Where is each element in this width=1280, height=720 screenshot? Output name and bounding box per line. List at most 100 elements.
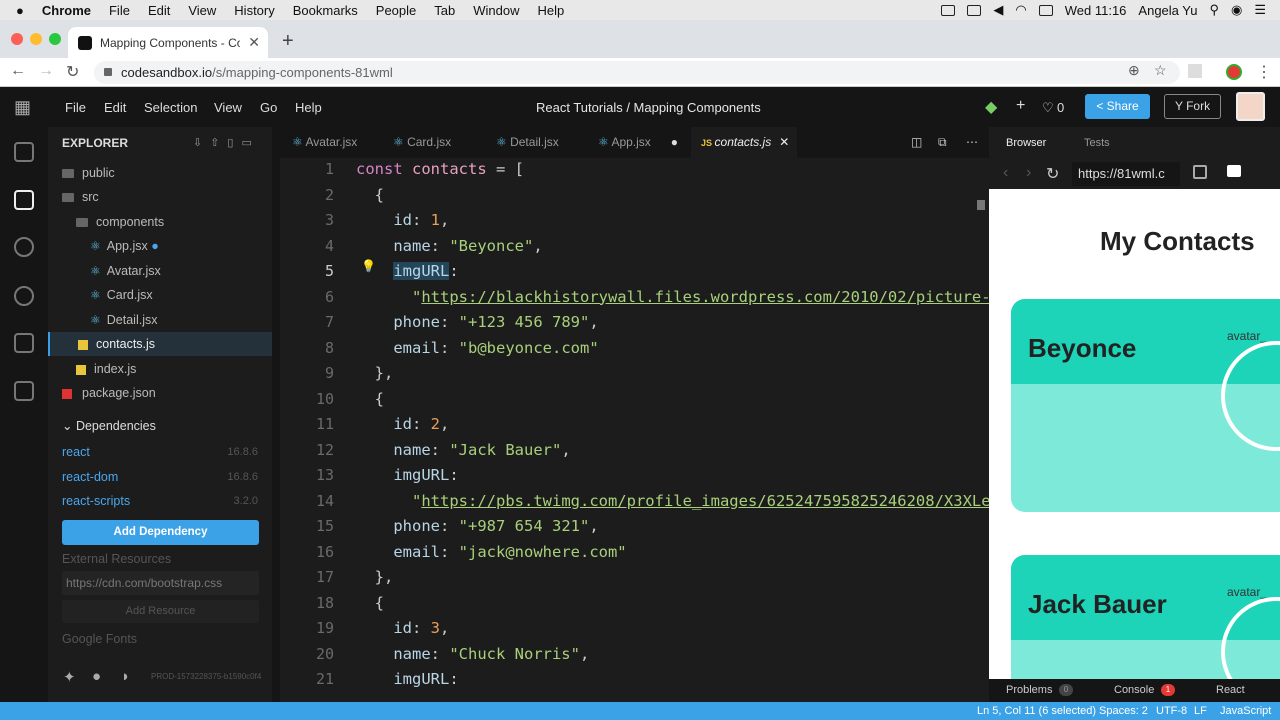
csb-menu-file[interactable]: File	[65, 100, 86, 115]
sandbox-info-icon[interactable]	[14, 142, 34, 162]
editor-tab-contacts[interactable]: JS contacts.js ✕	[691, 127, 797, 158]
problems-tab[interactable]: Problems	[1006, 684, 1052, 696]
dependency-version[interactable]: 3.2.0	[234, 495, 258, 507]
code-line[interactable]: "https://blackhistorywall.files.wordpres…	[356, 288, 989, 306]
code-line[interactable]: id: 1,	[356, 211, 449, 229]
open-preview-icon[interactable]: ⧉	[938, 127, 947, 158]
battery-icon[interactable]	[1038, 4, 1053, 16]
language-mode[interactable]: JavaScript	[1220, 705, 1271, 717]
close-window-button[interactable]	[11, 33, 23, 45]
settings-gear-icon[interactable]	[14, 237, 34, 257]
code-line[interactable]: {	[356, 390, 384, 408]
tree-folder-public[interactable]: public	[48, 161, 272, 185]
user-name[interactable]: Angela Yu	[1138, 3, 1197, 18]
dependency-react-dom[interactable]: react-dom	[62, 470, 118, 484]
screen-record-icon[interactable]	[941, 4, 956, 16]
reload-icon[interactable]: ↻	[66, 62, 79, 82]
zoom-window-button[interactable]	[49, 33, 61, 45]
split-editor-icon[interactable]: ◫	[911, 127, 922, 158]
code-line[interactable]: },	[356, 364, 394, 382]
code-line[interactable]: name: "Beyonce",	[356, 237, 542, 255]
code-line[interactable]: const contacts = [	[356, 160, 524, 178]
csb-menu-view[interactable]: View	[214, 100, 242, 115]
bookmark-star-icon[interactable]: ☆	[1154, 62, 1167, 79]
google-fonts-title[interactable]: Google Fonts	[62, 632, 137, 646]
preview-tab-tests[interactable]: Tests	[1084, 137, 1110, 149]
extension-icon[interactable]	[1188, 64, 1202, 78]
close-tab-icon[interactable]: ✕	[779, 135, 789, 149]
add-dependency-button[interactable]: Add Dependency	[62, 520, 259, 545]
explorer-actions-icon[interactable]: ⇩⇧▯▭	[193, 136, 260, 149]
menu-file[interactable]: File	[109, 3, 130, 18]
tree-file-index[interactable]: index.js	[48, 357, 272, 381]
close-tab-icon[interactable]: ✕	[248, 34, 260, 51]
editor-tab-avatar[interactable]: ⚛ Avatar.jsx	[292, 127, 357, 158]
share-button[interactable]: < Share	[1085, 94, 1150, 119]
code-line[interactable]: name: "Jack Bauer",	[356, 441, 570, 459]
csb-menu-help[interactable]: Help	[295, 100, 322, 115]
back-icon[interactable]: ←	[10, 62, 26, 80]
preview-back-icon[interactable]: ‹	[1003, 164, 1008, 182]
tree-file-app[interactable]: ⚛ App.jsx ●	[48, 234, 272, 258]
tree-file-package[interactable]: package.json	[48, 381, 272, 405]
editor-tab-detail[interactable]: ⚛ Detail.jsx	[496, 127, 559, 158]
menu-edit[interactable]: Edit	[148, 3, 170, 18]
siri-icon[interactable]: ◉	[1231, 2, 1242, 18]
open-new-window-icon[interactable]	[1193, 165, 1207, 179]
add-resource-button[interactable]: Add Resource	[62, 600, 259, 623]
code-line[interactable]: "https://pbs.twimg.com/profile_images/62…	[356, 492, 989, 510]
csb-menu-edit[interactable]: Edit	[104, 100, 126, 115]
line-endings[interactable]: LF	[1194, 705, 1207, 717]
dependencies-header[interactable]: ⌄ Dependencies	[48, 414, 272, 438]
external-resource-input[interactable]: https://cdn.com/bootstrap.css	[62, 571, 259, 595]
editor-tab-card[interactable]: ⚛ Card.jsx	[393, 127, 451, 158]
preview-forward-icon[interactable]: ›	[1026, 164, 1031, 182]
notification-icon[interactable]: ☰	[1254, 2, 1266, 18]
avatar[interactable]	[1236, 92, 1265, 121]
chrome-menu-icon[interactable]: ⋮	[1256, 62, 1272, 82]
tree-file-contacts[interactable]: contacts.js	[48, 332, 272, 356]
dependency-react-scripts[interactable]: react-scripts	[62, 494, 130, 508]
browser-tab[interactable]: Mapping Components - CodeSandbox ✕	[68, 27, 268, 58]
plus-icon[interactable]: +	[1016, 97, 1025, 115]
console-tab[interactable]: Console	[1114, 684, 1154, 696]
tree-folder-components[interactable]: components	[48, 210, 272, 234]
editor-tab-app[interactable]: ⚛ App.jsx ●	[598, 127, 678, 158]
code-line[interactable]: phone: "+987 654 321",	[356, 517, 598, 535]
menu-app-name[interactable]: Chrome	[42, 3, 91, 18]
toggle-view-icon[interactable]	[1227, 165, 1241, 177]
preview-url-input[interactable]: https://81wml.c	[1072, 162, 1180, 186]
tree-file-detail[interactable]: ⚛ Detail.jsx	[48, 308, 272, 332]
code-line[interactable]: id: 3,	[356, 619, 449, 637]
minimize-window-button[interactable]	[30, 33, 42, 45]
preview-frame[interactable]: My Contacts Beyonce avatar_ Jack Bauer a…	[989, 189, 1280, 679]
codesandbox-logo-icon[interactable]: ▦	[14, 97, 31, 118]
preview-reload-icon[interactable]: ↻	[1046, 164, 1059, 184]
indentation[interactable]: Spaces: 2	[1099, 705, 1148, 717]
deploy-rocket-icon[interactable]	[14, 333, 34, 353]
menu-help[interactable]: Help	[537, 3, 564, 18]
csb-menu-selection[interactable]: Selection	[144, 100, 197, 115]
code-line[interactable]: {	[356, 594, 384, 612]
url-field[interactable]: codesandbox.io/s/mapping-components-81wm…	[94, 61, 1180, 84]
more-actions-icon[interactable]: ⋯	[966, 127, 978, 158]
menu-window[interactable]: Window	[473, 3, 519, 18]
tree-file-avatar[interactable]: ⚛ Avatar.jsx	[48, 259, 272, 283]
add-icon[interactable]: ⊕	[1128, 62, 1140, 79]
unsaved-dot-icon[interactable]: ●	[671, 135, 678, 149]
code-line[interactable]: },	[356, 568, 394, 586]
volume-icon[interactable]: ◀	[993, 2, 1003, 18]
apple-icon[interactable]: ●	[16, 3, 24, 18]
code-line[interactable]: email: "jack@nowhere.com"	[356, 543, 626, 561]
dependency-version[interactable]: 16.8.6	[227, 446, 258, 458]
code-line[interactable]: imgURL:	[356, 262, 459, 280]
menu-people[interactable]: People	[376, 3, 416, 18]
react-devtools-tab[interactable]: React	[1216, 684, 1245, 696]
wifi-icon[interactable]: ◠	[1015, 2, 1026, 18]
code-line[interactable]: id: 2,	[356, 415, 449, 433]
menu-history[interactable]: History	[234, 3, 274, 18]
diamond-icon[interactable]: ◆	[985, 97, 997, 117]
code-line[interactable]: name: "Chuck Norris",	[356, 645, 589, 663]
tree-folder-src[interactable]: src	[48, 185, 272, 209]
github-icon[interactable]	[14, 286, 34, 306]
